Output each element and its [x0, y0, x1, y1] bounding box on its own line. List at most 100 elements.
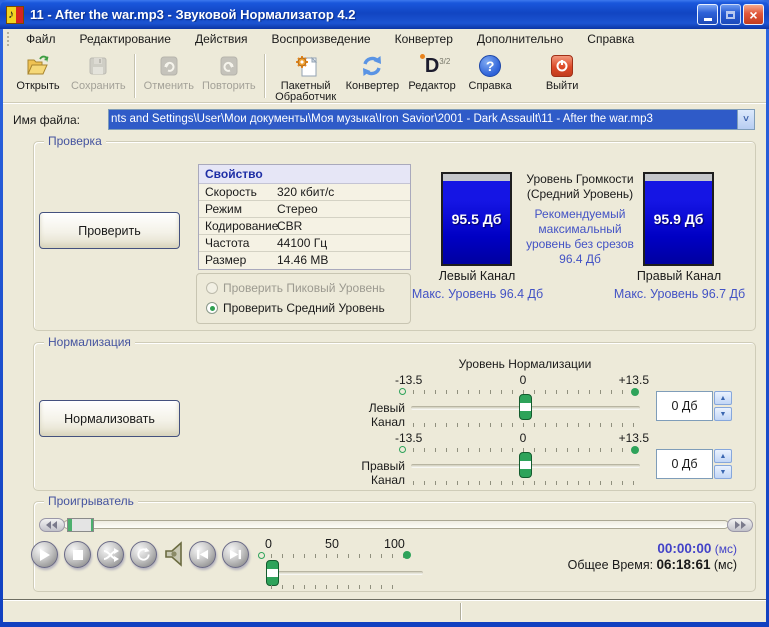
- title-bar[interactable]: ♪ 11 - After the war.mp3 - Звуковой Норм…: [0, 0, 769, 29]
- radio-average-level[interactable]: Проверить Средний Уровень: [206, 301, 385, 315]
- play-button[interactable]: [31, 541, 58, 568]
- converter-icon: [360, 53, 384, 79]
- volume-min-marker-icon: [258, 552, 265, 559]
- table-row: Скорость320 кбит/с: [199, 184, 410, 201]
- seek-thumb[interactable]: [67, 518, 94, 532]
- previous-track-button[interactable]: [189, 541, 216, 568]
- right-meter-max: Макс. Уровень 96.7 Дб: [607, 287, 752, 301]
- status-bar-separator: [460, 603, 462, 620]
- app-icon[interactable]: ♪: [6, 6, 24, 24]
- filename-row: Имя файла: nts and Settings\User\Мои док…: [3, 105, 766, 133]
- open-folder-icon: [25, 53, 51, 79]
- batch-processor-icon: [293, 53, 319, 79]
- maximize-button[interactable]: [720, 4, 741, 25]
- volume-button[interactable]: [161, 539, 187, 569]
- music-note-icon: ♪: [8, 8, 14, 20]
- stop-button[interactable]: [64, 541, 91, 568]
- menu-converter[interactable]: Конвертер: [383, 30, 465, 48]
- spinner-up-icon[interactable]: ▲: [714, 391, 732, 405]
- radio-icon: [206, 302, 218, 314]
- stop-icon: [73, 550, 83, 560]
- recommended-line2: максимальный: [515, 222, 645, 237]
- scale-min-marker-icon: [399, 388, 406, 395]
- normalization-scale-title: Уровень Нормализации: [375, 357, 675, 371]
- filename-value[interactable]: nts and Settings\User\Мои документы\Моя …: [109, 110, 737, 129]
- toolbar-open-button[interactable]: Открыть: [9, 52, 67, 93]
- left-channel-spinner: ▲ ▼: [714, 391, 732, 421]
- next-track-button[interactable]: [222, 541, 249, 568]
- volume-mid-label: 50: [325, 537, 339, 551]
- toolbar-save-label: Сохранить: [71, 81, 126, 92]
- spinner-down-icon[interactable]: ▼: [714, 407, 732, 421]
- toolbar-editor-label: Редактор: [408, 81, 455, 92]
- table-row: КодированиеCBR: [199, 218, 410, 235]
- spinner-up-icon[interactable]: ▲: [714, 449, 732, 463]
- toolbar-help-button[interactable]: ? Справка: [461, 52, 519, 93]
- filename-combobox[interactable]: nts and Settings\User\Мои документы\Моя …: [108, 109, 755, 130]
- speaker-icon: [162, 541, 186, 567]
- seek-back-button[interactable]: [39, 518, 65, 532]
- toolbar-help-label: Справка: [469, 81, 512, 92]
- volume-track[interactable]: [273, 571, 423, 575]
- shuffle-button[interactable]: [97, 541, 124, 568]
- table-row: Размер14.46 MB: [199, 252, 410, 269]
- recommended-line3: уровень без срезов: [515, 237, 645, 252]
- toolbar-grip: [7, 32, 10, 46]
- chevron-down-icon[interactable]: ˅: [737, 110, 754, 129]
- filename-label: Имя файла:: [13, 113, 80, 127]
- properties-table: Свойство Скорость320 кбит/с РежимСтерео …: [198, 164, 411, 270]
- repeat-button[interactable]: [130, 541, 157, 568]
- menu-help[interactable]: Справка: [575, 30, 646, 48]
- radio-peak-level[interactable]: Проверить Пиковый Уровень: [206, 281, 385, 295]
- play-icon: [39, 549, 50, 561]
- status-bar: [3, 599, 766, 622]
- scale-min-marker-icon: [399, 446, 406, 453]
- toolbar-save-button[interactable]: Сохранить: [67, 52, 130, 93]
- window-title: 11 - After the war.mp3 - Звуковой Нормал…: [30, 7, 697, 22]
- minimize-icon: [704, 18, 712, 21]
- right-meter-value: 95.9 Дб: [654, 211, 704, 227]
- volume-max-marker-icon: [403, 551, 411, 559]
- menu-playback[interactable]: Воспроизведение: [260, 30, 383, 48]
- left-channel-slider-thumb[interactable]: [519, 394, 532, 420]
- volume-info-line1: Уровень Громкости: [515, 172, 645, 187]
- left-meter-label: Левый Канал: [419, 269, 535, 283]
- menu-actions[interactable]: Действия: [183, 30, 260, 48]
- minimize-button[interactable]: [697, 4, 718, 25]
- left-channel-db-value[interactable]: 0 Дб: [656, 391, 713, 421]
- redo-icon: [218, 53, 240, 79]
- seek-track[interactable]: [63, 520, 729, 529]
- toolbar-undo-label: Отменить: [144, 81, 194, 92]
- right-channel-spinner: ▲ ▼: [714, 449, 732, 479]
- volume-slider-thumb[interactable]: [266, 560, 279, 586]
- right-channel-db-value[interactable]: 0 Дб: [656, 449, 713, 479]
- seek-bar: [39, 518, 753, 532]
- check-button[interactable]: Проверить: [39, 212, 180, 249]
- seek-forward-button[interactable]: [727, 518, 753, 532]
- check-group-title: Проверка: [44, 134, 106, 148]
- spinner-down-icon[interactable]: ▼: [714, 465, 732, 479]
- toolbar-redo-button[interactable]: Повторить: [198, 52, 260, 93]
- toolbar-converter-button[interactable]: Конвертер: [342, 52, 403, 93]
- toolbar-batch-button[interactable]: Пакетный Обработчик: [270, 52, 342, 104]
- toolbar-converter-label: Конвертер: [346, 81, 399, 92]
- right-channel-label: Правый Канал: [333, 459, 405, 487]
- menu-extra[interactable]: Дополнительно: [465, 30, 575, 48]
- menu-edit[interactable]: Редактирование: [68, 30, 183, 48]
- table-row: Частота44100 Гц: [199, 235, 410, 252]
- scale-max-marker-icon: [631, 446, 639, 454]
- scale-zero-label: 0: [513, 431, 533, 445]
- volume-min-label: 0: [265, 537, 272, 551]
- normalize-button[interactable]: Нормализовать: [39, 400, 180, 437]
- toolbar-undo-button[interactable]: Отменить: [140, 52, 198, 93]
- toolbar-exit-button[interactable]: Выйти: [533, 52, 591, 93]
- left-meter-max: Макс. Уровень 96.4 Дб: [405, 287, 550, 301]
- close-icon: ×: [749, 8, 757, 22]
- right-meter-label: Правый Канал: [621, 269, 737, 283]
- menu-file[interactable]: Файл: [14, 30, 68, 48]
- toolbar-editor-button[interactable]: D3/2 Редактор: [403, 52, 461, 93]
- right-channel-slider-thumb[interactable]: [519, 452, 532, 478]
- right-channel-slider-row: -13.5 0 +13.5 Правый Канал 0 Дб ▲ ▼: [333, 431, 748, 487]
- total-time: 06:18:61: [656, 557, 710, 572]
- close-button[interactable]: ×: [743, 4, 764, 25]
